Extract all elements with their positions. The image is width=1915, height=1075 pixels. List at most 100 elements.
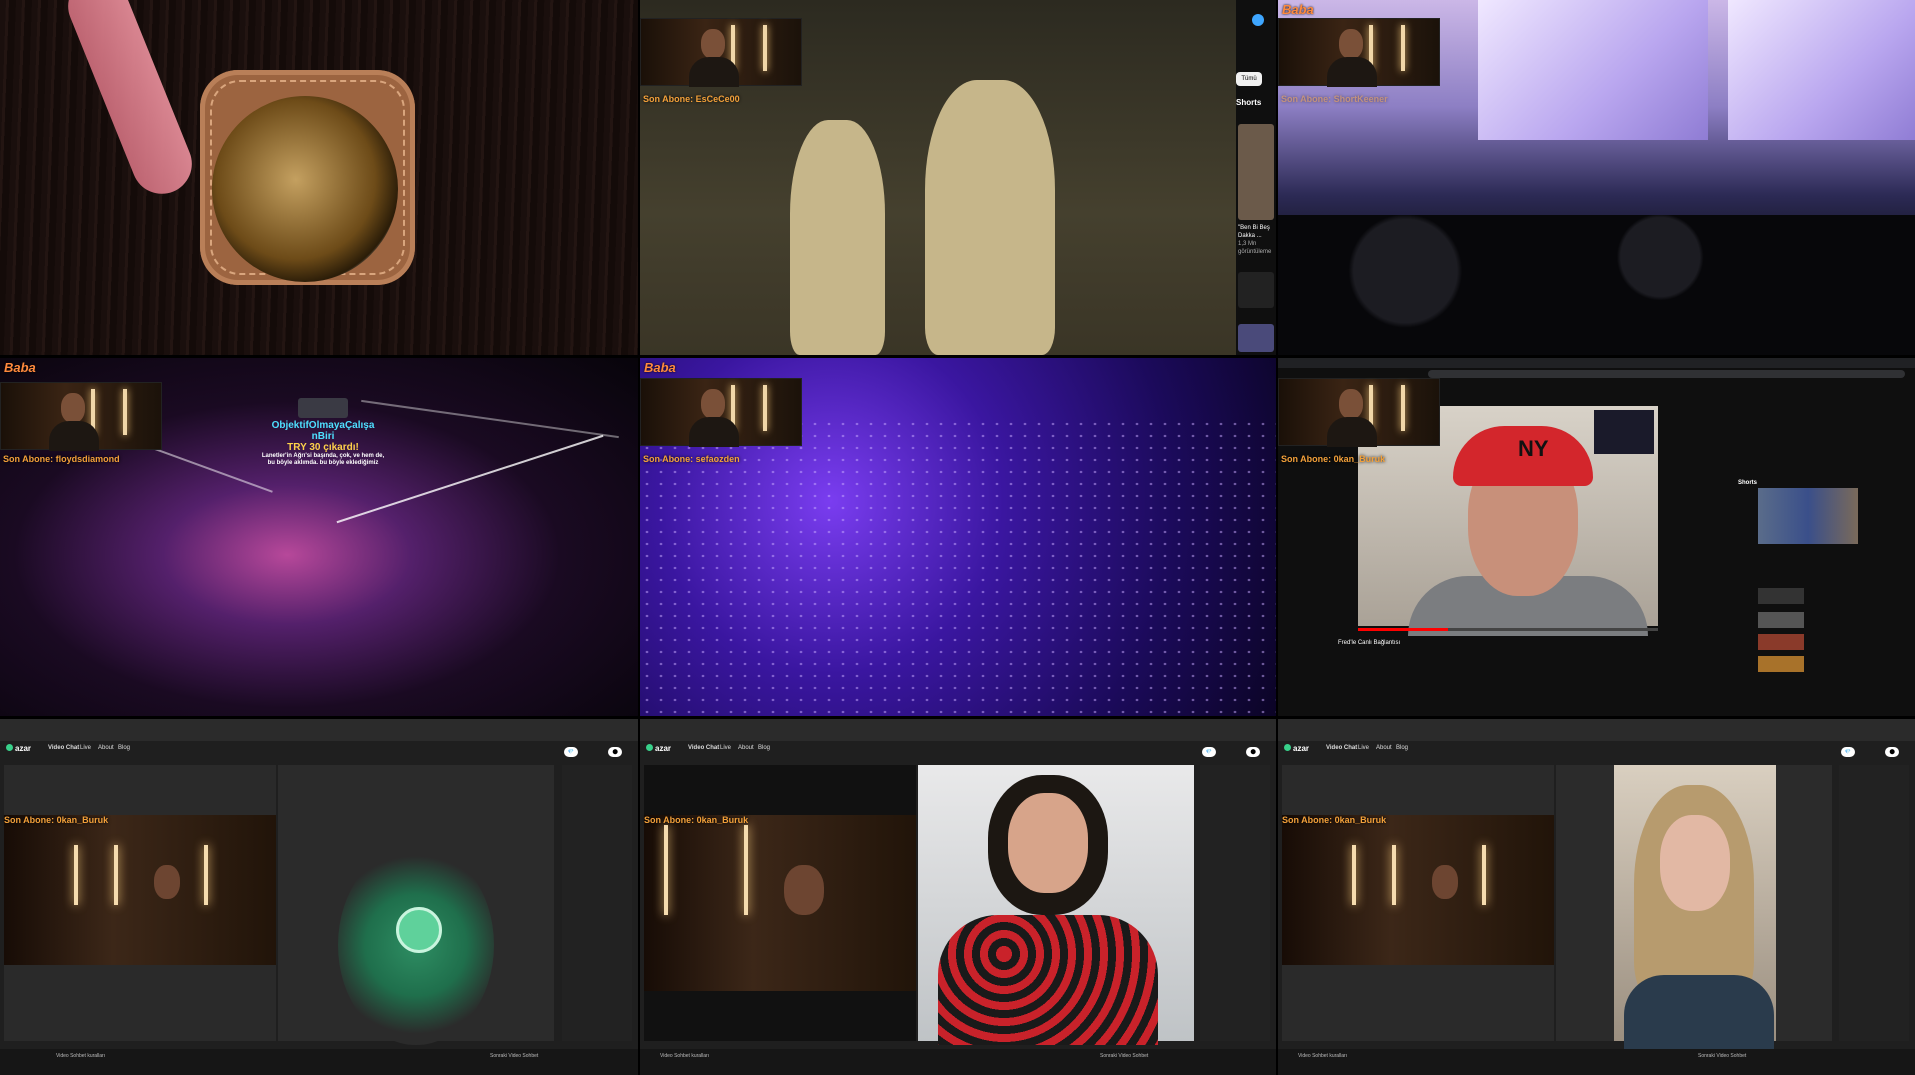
stream-tile-purple-crowd[interactable]: Baba Son Abone: sefaozden — [640, 358, 1276, 716]
streamer-webcam — [640, 18, 802, 87]
led-screen-right — [1728, 0, 1915, 140]
stream-tile-whiskey[interactable] — [0, 0, 638, 355]
azar-nav: azar Video Chat Live About Blog — [1278, 741, 1915, 757]
filter-chip-all[interactable]: Tümü — [1236, 72, 1262, 86]
nav-blog[interactable]: Blog — [758, 745, 770, 751]
azar-logo[interactable]: azar — [646, 744, 671, 753]
donor-name-line2: nBiri — [311, 431, 335, 442]
partner-video-pane — [1556, 765, 1832, 1055]
last-subscriber-label: Son Abone: floydsdiamond — [3, 454, 120, 464]
streamer-webcam — [1278, 378, 1440, 447]
stream-tile-youtube[interactable]: NY Fred'le Canlı Bağlantısı Shorts Son A… — [1278, 358, 1915, 716]
rules-link[interactable]: Video Sohbet kuralları — [1298, 1053, 1347, 1059]
shorts-thumbnails[interactable] — [1758, 488, 1858, 544]
statue-left — [790, 120, 885, 355]
shorts-heading: Shorts — [1738, 480, 1758, 486]
shop-button[interactable]: ⬤ — [608, 747, 622, 757]
last-subscriber-label: Son Abone: 0kan_Buruk — [4, 815, 109, 825]
stream-tile-concert-stage[interactable]: Baba Son Abone: ShortKeener — [1278, 0, 1915, 355]
azar-footer: Video Sohbet kuralları Sonraki Video Soh… — [0, 1049, 638, 1075]
nav-about[interactable]: About — [1376, 745, 1392, 751]
short-thumbnail[interactable] — [1238, 124, 1274, 220]
self-video — [644, 815, 916, 991]
shop-button[interactable]: ⬤ — [1885, 747, 1899, 757]
streamer-webcam — [0, 382, 162, 451]
gems-button[interactable]: 💎 — [1840, 747, 1855, 757]
gems-button[interactable]: 💎 — [1201, 747, 1216, 757]
self-video — [4, 815, 276, 965]
stream-tile-festival[interactable]: Baba Son Abone: floydsdiamond ObjektifOl… — [0, 358, 638, 716]
next-button[interactable]: Sonraki Video Sohbet — [1100, 1053, 1148, 1059]
nav-live[interactable]: Live — [1358, 745, 1369, 751]
chat-panel[interactable] — [562, 765, 632, 1041]
nav-blog[interactable]: Blog — [1396, 745, 1408, 751]
last-subscriber-label: Son Abone: 0kan_Buruk — [1282, 815, 1387, 825]
azar-logo[interactable]: azar — [6, 744, 31, 753]
chat-panel[interactable] — [1839, 765, 1909, 1041]
last-subscriber-label: Son Abone: ShortKeener — [1281, 94, 1388, 104]
gems-button[interactable]: 💎 — [563, 747, 578, 757]
nav-about[interactable]: About — [98, 745, 114, 751]
next-button[interactable]: Sonraki Video Sohbet — [490, 1053, 538, 1059]
nav-about[interactable]: About — [738, 745, 754, 751]
browser-chrome[interactable] — [640, 719, 1276, 741]
streamer-webcam — [1278, 18, 1440, 87]
short-thumbnail-3[interactable] — [1238, 324, 1274, 352]
azar-nav: azar Video Chat Live About Blog — [640, 741, 1276, 757]
address-bar[interactable] — [1428, 370, 1905, 378]
browser-chrome[interactable] — [0, 719, 638, 741]
brand-logo: Baba — [4, 360, 36, 375]
stream-tile-azar-waiting[interactable]: azar Video Chat Live About Blog 💎 ⬤ Vide… — [0, 719, 638, 1075]
self-video-pane — [4, 765, 276, 1041]
recommended-thumb[interactable] — [1758, 612, 1804, 628]
last-subscriber-label: Son Abone: 0kan_Buruk — [1281, 454, 1386, 464]
self-video-pane — [1282, 765, 1554, 1041]
crowd — [1278, 215, 1915, 355]
nav-video-chat[interactable]: Video Chat — [688, 745, 719, 751]
stream-tile-azar-call-2[interactable]: azar Video Chat Live About Blog 💎 ⬤ Vide… — [1278, 719, 1915, 1075]
youtube-sidebar: Tümü Shorts "Ben Bi Beş Dakka ... 1,3 Mn… — [1236, 0, 1276, 355]
azar-logo[interactable]: azar — [1284, 744, 1309, 753]
nav-live[interactable]: Live — [80, 745, 91, 751]
stream-tile-statues[interactable]: Son Abone: EsCeCe00 Tümü Shorts "Ben Bi … — [640, 0, 1276, 355]
azar-footer: Video Sohbet kuralları Sonraki Video Soh… — [1278, 1049, 1915, 1075]
donation-amount: TRY 30 çıkardı! — [287, 442, 359, 453]
microphone-icon — [396, 907, 442, 953]
recommended-thumb[interactable] — [1758, 656, 1804, 672]
pip-overlay — [1594, 410, 1654, 454]
shop-button[interactable]: ⬤ — [1246, 747, 1260, 757]
nav-video-chat[interactable]: Video Chat — [48, 745, 79, 751]
progress-bar[interactable] — [1358, 628, 1658, 631]
azar-page: azar Video Chat Live About Blog 💎 ⬤ Vide… — [640, 719, 1276, 1075]
short-caption: "Ben Bi Beş Dakka ... 1,3 Mn görüntüleme — [1238, 224, 1276, 256]
chat-panel[interactable] — [1200, 765, 1270, 1041]
streamer-webcam — [640, 378, 802, 447]
rules-link[interactable]: Video Sohbet kuralları — [56, 1053, 105, 1059]
browser-tabs[interactable] — [1278, 358, 1915, 368]
led-screen — [1478, 0, 1708, 140]
nav-live[interactable]: Live — [720, 745, 731, 751]
partner-video-pane — [278, 765, 554, 1045]
red-patterned-top — [938, 915, 1158, 1045]
self-video — [1282, 815, 1554, 965]
short-thumbnail-2[interactable] — [1238, 272, 1274, 308]
last-subscriber-label: Son Abone: EsCeCe00 — [643, 94, 740, 104]
next-button[interactable]: Sonraki Video Sohbet — [1698, 1053, 1746, 1059]
short-title: "Ben Bi Beş Dakka ... — [1238, 225, 1270, 239]
nav-video-chat[interactable]: Video Chat — [1326, 745, 1357, 751]
browser-chrome[interactable] — [1278, 719, 1915, 741]
last-subscriber-label: Son Abone: 0kan_Buruk — [644, 815, 749, 825]
recommended-thumb[interactable] — [1758, 588, 1804, 604]
search-icon[interactable] — [1252, 14, 1264, 26]
rules-link[interactable]: Video Sohbet kuralları — [660, 1053, 709, 1059]
azar-page: azar Video Chat Live About Blog 💎 ⬤ Vide… — [0, 719, 638, 1075]
dark-top — [1624, 975, 1774, 1055]
recommended-thumb[interactable] — [1758, 634, 1804, 650]
progress-fill — [1358, 628, 1448, 631]
nav-blog[interactable]: Blog — [118, 745, 130, 751]
stream-tile-azar-call-1[interactable]: azar Video Chat Live About Blog 💎 ⬤ Vide… — [640, 719, 1276, 1075]
short-views: 1,3 Mn görüntüleme — [1238, 241, 1272, 255]
brand-logo: Baba — [1282, 2, 1314, 17]
whiskey-glass — [212, 96, 398, 282]
brand-logo: Baba — [644, 360, 676, 375]
